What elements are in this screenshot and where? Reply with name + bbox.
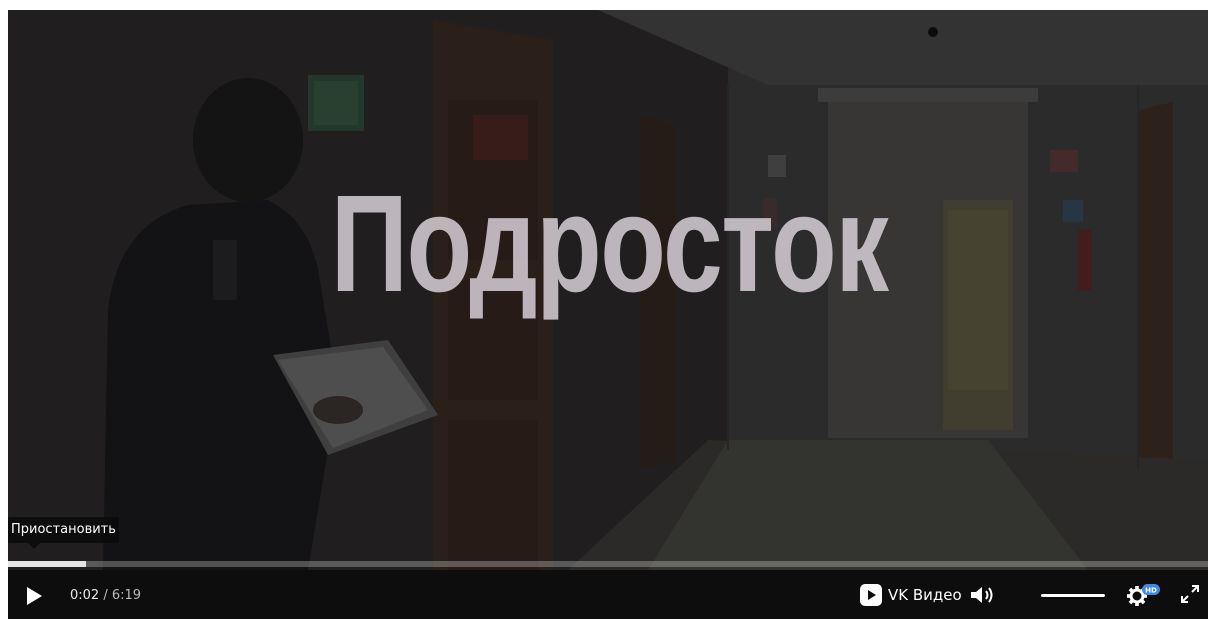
volume-button[interactable] bbox=[970, 585, 996, 605]
vk-video-link[interactable]: VK Видео bbox=[860, 583, 962, 607]
volume-slider[interactable] bbox=[1041, 594, 1105, 597]
hd-badge-label: HD bbox=[1145, 587, 1157, 595]
pause-tooltip: Приостановить bbox=[8, 517, 119, 549]
play-icon bbox=[27, 587, 42, 605]
video-player[interactable]: Подросток Приостановить 0:02 / 6:19 VK В… bbox=[8, 10, 1208, 619]
video-title-overlay: Подросток bbox=[330, 167, 889, 321]
vk-video-label: VK Видео bbox=[888, 586, 962, 604]
gear-icon: HD bbox=[1127, 584, 1160, 606]
expand-icon bbox=[1181, 585, 1199, 603]
current-time: 0:02 bbox=[70, 588, 100, 603]
settings-button[interactable]: HD bbox=[1126, 582, 1162, 608]
fullscreen-button[interactable] bbox=[1180, 584, 1200, 604]
time-separator: / bbox=[99, 588, 112, 603]
video-frame[interactable]: Подросток bbox=[8, 10, 1208, 570]
volume-icon bbox=[971, 587, 993, 603]
play-button[interactable] bbox=[24, 585, 44, 607]
control-bar: 0:02 / 6:19 VK Видео HD bbox=[8, 570, 1208, 619]
total-time: 6:19 bbox=[111, 588, 142, 603]
seek-bar-played bbox=[8, 561, 86, 567]
vk-video-logo-icon bbox=[860, 584, 882, 606]
seek-bar[interactable] bbox=[8, 561, 1208, 567]
time-display: 0:02 / 6:19 bbox=[70, 588, 141, 603]
